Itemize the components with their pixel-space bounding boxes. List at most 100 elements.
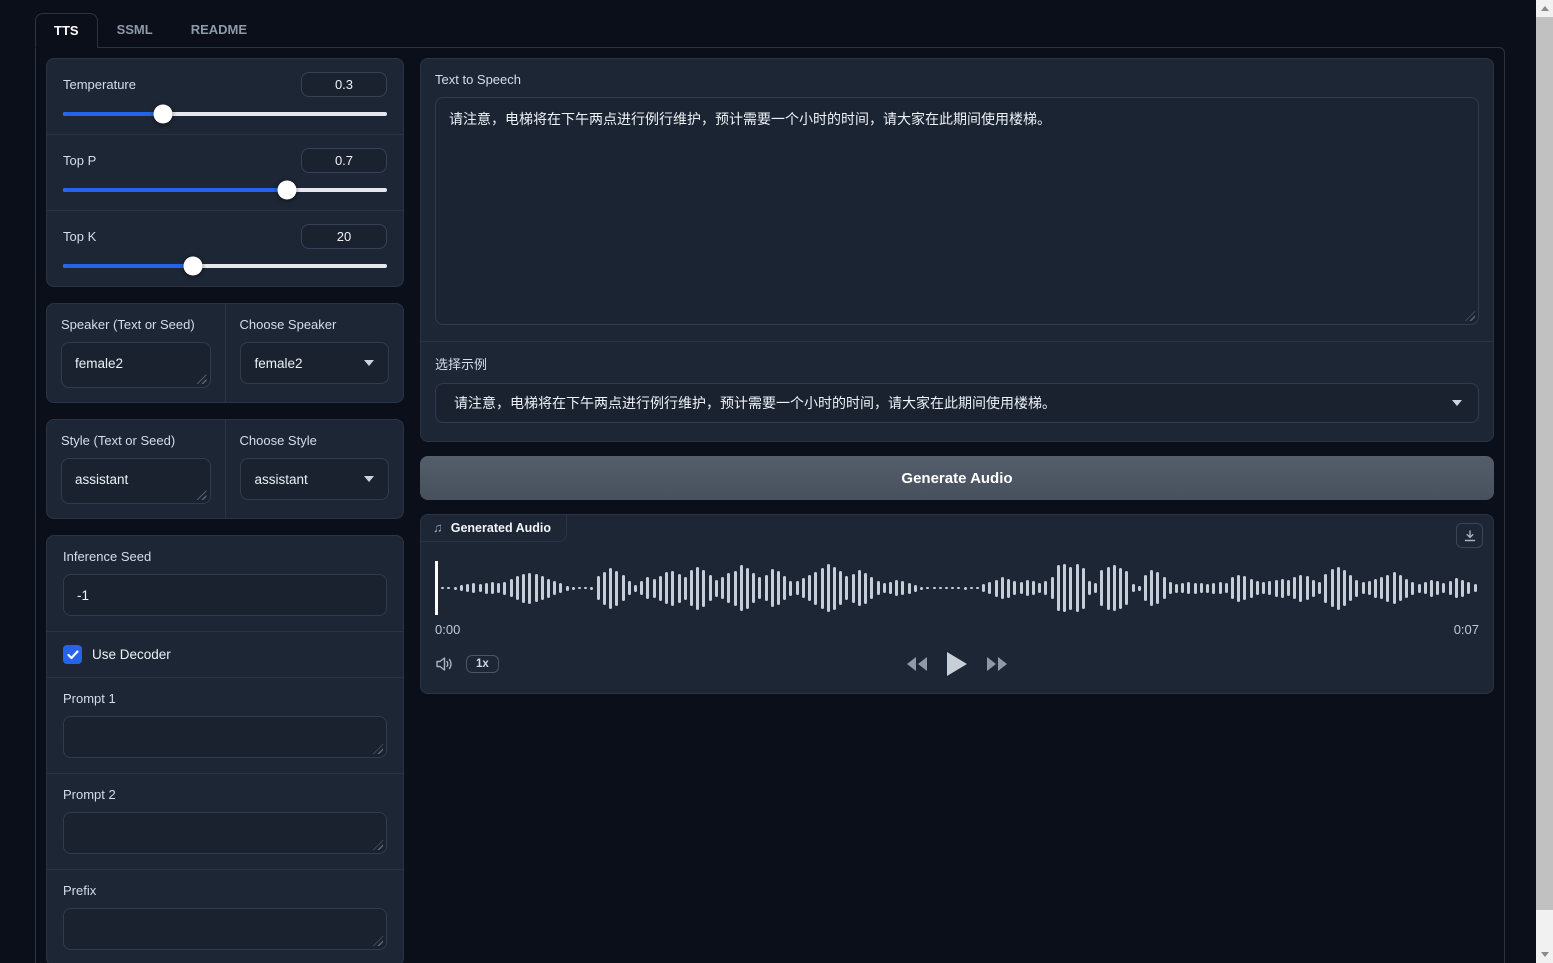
waveform-bar — [1442, 583, 1445, 593]
fast-forward-icon — [986, 656, 1008, 672]
choose-style-label: Choose Style — [240, 433, 390, 448]
scrollbar-up-arrow[interactable] — [1536, 0, 1553, 17]
waveform-bar — [609, 568, 612, 609]
temperature-value[interactable]: 0.3 — [301, 72, 387, 97]
time-row: 0:00 0:07 — [435, 622, 1479, 637]
generate-audio-button[interactable]: Generate Audio — [420, 456, 1494, 500]
top-p-slider[interactable] — [63, 188, 387, 192]
duration: 0:07 — [1454, 622, 1479, 637]
waveform-bar — [566, 586, 569, 591]
tab-readme[interactable]: README — [172, 12, 266, 47]
play-button[interactable] — [946, 651, 968, 677]
waveform-bar — [802, 578, 805, 598]
waveform-bar — [789, 581, 792, 596]
top-p-label: Top P — [63, 153, 96, 168]
volume-button[interactable] — [435, 655, 455, 673]
choose-speaker-label: Choose Speaker — [240, 317, 390, 332]
waveform-bar — [1268, 581, 1271, 595]
tab-ssml[interactable]: SSML — [98, 12, 172, 47]
tab-tts[interactable]: TTS — [35, 13, 98, 48]
waveform-bar — [1380, 577, 1383, 599]
waveform-bar — [864, 573, 867, 604]
waveform-bar — [1250, 579, 1253, 598]
chevron-down-icon — [364, 476, 374, 482]
waveform-bar — [578, 587, 581, 589]
playhead-cursor[interactable] — [435, 561, 438, 615]
use-decoder-label[interactable]: Use Decoder — [92, 647, 171, 662]
text-to-speech-input[interactable]: 请注意，电梯将在下午两点进行例行维护，预计需要一个小时的时间，请大家在此期间使用… — [435, 97, 1479, 325]
rewind-button[interactable] — [906, 656, 928, 672]
temperature-label: Temperature — [63, 77, 136, 92]
prefix-section: Prefix — [47, 869, 403, 963]
top-k-value[interactable]: 20 — [301, 224, 387, 249]
prompt2-input[interactable] — [63, 812, 387, 854]
prompt1-label: Prompt 1 — [63, 691, 387, 706]
waveform-bar — [951, 587, 954, 589]
waveform-bar — [684, 577, 687, 600]
waveform-bar — [497, 583, 500, 593]
top-k-slider[interactable] — [63, 264, 387, 268]
top-k-slider-handle[interactable] — [183, 257, 202, 276]
waveform-bar — [721, 577, 724, 599]
scrollbar[interactable] — [1536, 0, 1553, 963]
speaker-text-label: Speaker (Text or Seed) — [61, 317, 211, 332]
waveform-bar — [995, 580, 998, 597]
prompt2-label: Prompt 2 — [63, 787, 387, 802]
waveform-bar — [572, 587, 575, 590]
prefix-label: Prefix — [63, 883, 387, 898]
scrollbar-thumb[interactable] — [1536, 17, 1553, 910]
style-text-label: Style (Text or Seed) — [61, 433, 211, 448]
waveform-bar — [908, 583, 911, 594]
top-p-slider-handle[interactable] — [277, 181, 296, 200]
waveform-bar — [472, 583, 475, 593]
speaker-text-input[interactable]: female2 — [61, 342, 211, 388]
waveform-bar — [553, 581, 556, 595]
choose-speaker-section: Choose Speaker female2 — [225, 304, 404, 402]
speaker-text-section: Speaker (Text or Seed) female2 — [47, 304, 225, 402]
waveform-bar — [1275, 580, 1278, 597]
temperature-slider[interactable] — [63, 112, 387, 116]
use-decoder-checkbox[interactable] — [63, 645, 82, 664]
waveform-bar — [1299, 575, 1302, 602]
choose-style-dropdown[interactable]: assistant — [240, 458, 390, 500]
prompt1-input[interactable] — [63, 716, 387, 758]
temperature-slider-handle[interactable] — [154, 105, 173, 124]
waveform-bar — [827, 564, 830, 612]
waveform-bar — [734, 571, 737, 606]
main-wrapper: TTS SSML README Temperature 0.3 — [0, 0, 1553, 963]
prefix-input[interactable] — [63, 908, 387, 950]
inference-seed-input[interactable]: -1 — [63, 574, 387, 616]
waveform-bar — [634, 585, 637, 592]
choose-speaker-value: female2 — [255, 356, 303, 371]
waveform-bar — [535, 574, 538, 602]
fast-forward-button[interactable] — [986, 656, 1008, 672]
top-k-slider-fill — [63, 264, 193, 268]
waveform-bar — [1474, 584, 1477, 592]
example-section: 选择示例 请注意，电梯将在下午两点进行例行维护，预计需要一个小时的时间，请大家在… — [421, 342, 1493, 441]
waveform-bar — [1293, 577, 1296, 599]
play-icon — [946, 651, 968, 677]
waveform-bar — [522, 574, 525, 603]
tab-content: Temperature 0.3 Top P 0.7 — [35, 47, 1505, 963]
waveform-bar — [783, 576, 786, 600]
temperature-row: Temperature 0.3 — [47, 59, 403, 134]
top-p-value[interactable]: 0.7 — [301, 148, 387, 173]
playback-speed-button[interactable]: 1x — [466, 655, 499, 673]
waveform-bar — [1225, 583, 1228, 593]
waveform[interactable] — [435, 560, 1479, 616]
waveform-bar — [441, 587, 444, 589]
waveform-bar — [740, 565, 743, 611]
style-text-section: Style (Text or Seed) assistant — [47, 420, 225, 518]
waveform-bar — [485, 583, 488, 594]
choose-speaker-dropdown[interactable]: female2 — [240, 342, 390, 384]
style-text-input[interactable]: assistant — [61, 458, 211, 504]
settings-column: Temperature 0.3 Top P 0.7 — [46, 58, 404, 963]
download-button[interactable] — [1456, 523, 1483, 548]
volume-icon — [435, 655, 455, 673]
scrollbar-down-arrow[interactable] — [1536, 946, 1553, 963]
example-dropdown[interactable]: 请注意，电梯将在下午两点进行例行维护，预计需要一个小时的时间，请大家在此期间使用… — [435, 383, 1479, 423]
tts-column: Text to Speech 请注意，电梯将在下午两点进行例行维护，预计需要一个… — [420, 58, 1494, 963]
waveform-bar — [1349, 575, 1352, 601]
waveform-bar — [1057, 565, 1060, 611]
waveform-bar — [758, 577, 761, 599]
